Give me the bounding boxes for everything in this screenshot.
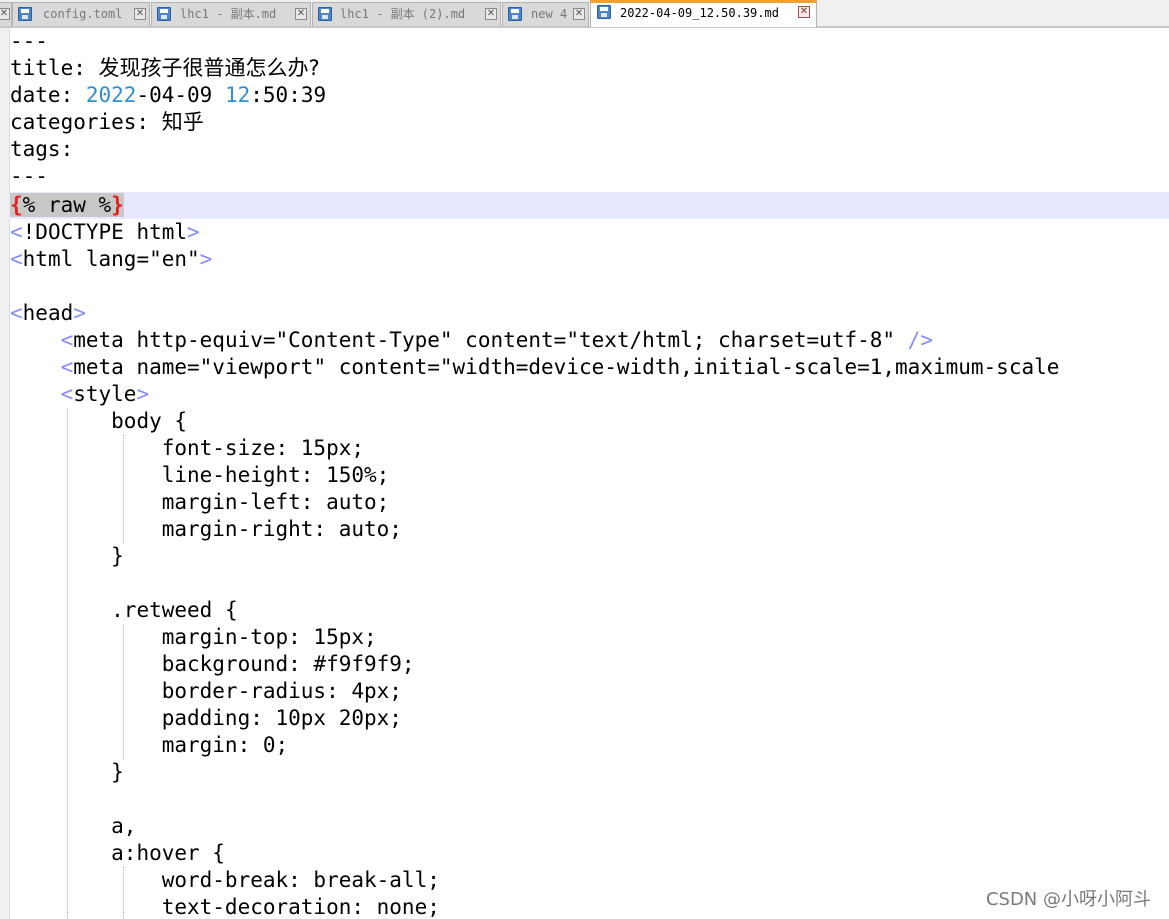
save-disk-icon bbox=[157, 7, 171, 21]
fold-margin[interactable] bbox=[0, 28, 10, 919]
code-line: text-decoration: none; bbox=[161, 895, 440, 919]
current-line-highlight bbox=[9, 192, 1169, 219]
code-line: margin: 0; bbox=[161, 733, 289, 757]
code-line: margin-left: auto; bbox=[161, 490, 390, 514]
tab-label: new 4 bbox=[531, 7, 568, 21]
tab-label: lhc1 - 副本.md bbox=[180, 7, 277, 21]
code-line: word-break: break-all; bbox=[161, 868, 440, 892]
watermark-text: CSDN @小呀小阿斗 bbox=[985, 889, 1151, 910]
tab-label: config.toml bbox=[43, 7, 123, 21]
tab-label: lhc1 - 副本 (2).md bbox=[340, 7, 466, 21]
code-line: font-size: 15px; bbox=[161, 436, 365, 460]
code-line: } bbox=[111, 760, 124, 784]
tab-2022-04-09-md[interactable]: 2022-04-09_12.50.39.md ✕ bbox=[590, 0, 817, 27]
code-line: margin-top: 15px; bbox=[161, 625, 377, 649]
code-line: tags: bbox=[10, 137, 74, 161]
close-icon[interactable]: ✕ bbox=[0, 8, 10, 20]
code-line: <meta http-equiv="Content-Type" content=… bbox=[60, 328, 933, 352]
tab-config-toml[interactable]: config.toml ✕ bbox=[12, 2, 150, 26]
code-line: background: #f9f9f9; bbox=[161, 652, 415, 676]
save-disk-icon bbox=[597, 5, 611, 19]
tab-bar: ✕ config.toml ✕ lhc1 - 副本.md ✕ lhc1 - 副本… bbox=[0, 0, 1169, 28]
code-line: margin-right: auto; bbox=[161, 517, 402, 541]
close-icon[interactable]: ✕ bbox=[798, 6, 810, 18]
tab-new-4[interactable]: new 4 ✕ bbox=[502, 2, 589, 26]
tab-scrolled-partial[interactable]: ✕ bbox=[0, 2, 12, 26]
code-line: } bbox=[111, 544, 124, 568]
code-line: --- bbox=[10, 29, 48, 53]
tab-lhc1-copy[interactable]: lhc1 - 副本.md ✕ bbox=[151, 2, 311, 26]
code-line: <style> bbox=[60, 382, 150, 406]
code-line: {% raw %} bbox=[10, 193, 124, 217]
code-line: padding: 10px 20px; bbox=[161, 706, 402, 730]
close-icon[interactable]: ✕ bbox=[295, 8, 307, 20]
code-line: .retweed { bbox=[111, 598, 238, 622]
code-line: title: 发现孩子很普通怎么办? bbox=[10, 56, 320, 80]
code-line: categories: 知乎 bbox=[10, 110, 204, 134]
code-line: date: 2022-04-09 12:50:39 bbox=[10, 83, 327, 107]
close-icon[interactable]: ✕ bbox=[485, 8, 497, 20]
save-disk-icon bbox=[18, 7, 32, 21]
code-line: <html lang="en"> bbox=[10, 247, 213, 271]
code-editor[interactable]: --- title: 发现孩子很普通怎么办? date: 2022-04-09 … bbox=[0, 28, 1169, 919]
code-line: <meta name="viewport" content="width=dev… bbox=[60, 355, 1060, 379]
save-disk-icon bbox=[318, 7, 332, 21]
code-line: a, bbox=[111, 814, 137, 838]
tab-label: 2022-04-09_12.50.39.md bbox=[620, 6, 779, 20]
save-disk-icon bbox=[508, 7, 522, 21]
code-line: border-radius: 4px; bbox=[161, 679, 402, 703]
code-line: <!DOCTYPE html> bbox=[10, 220, 200, 244]
code-line: <head> bbox=[10, 301, 86, 325]
tab-lhc1-copy-2[interactable]: lhc1 - 副本 (2).md ✕ bbox=[312, 2, 501, 26]
code-line: --- bbox=[10, 164, 48, 188]
code-line: line-height: 150%; bbox=[161, 463, 390, 487]
close-icon[interactable]: ✕ bbox=[134, 8, 146, 20]
code-line: a:hover { bbox=[111, 841, 225, 865]
close-icon[interactable]: ✕ bbox=[573, 8, 585, 20]
code-line: body { bbox=[111, 409, 188, 433]
